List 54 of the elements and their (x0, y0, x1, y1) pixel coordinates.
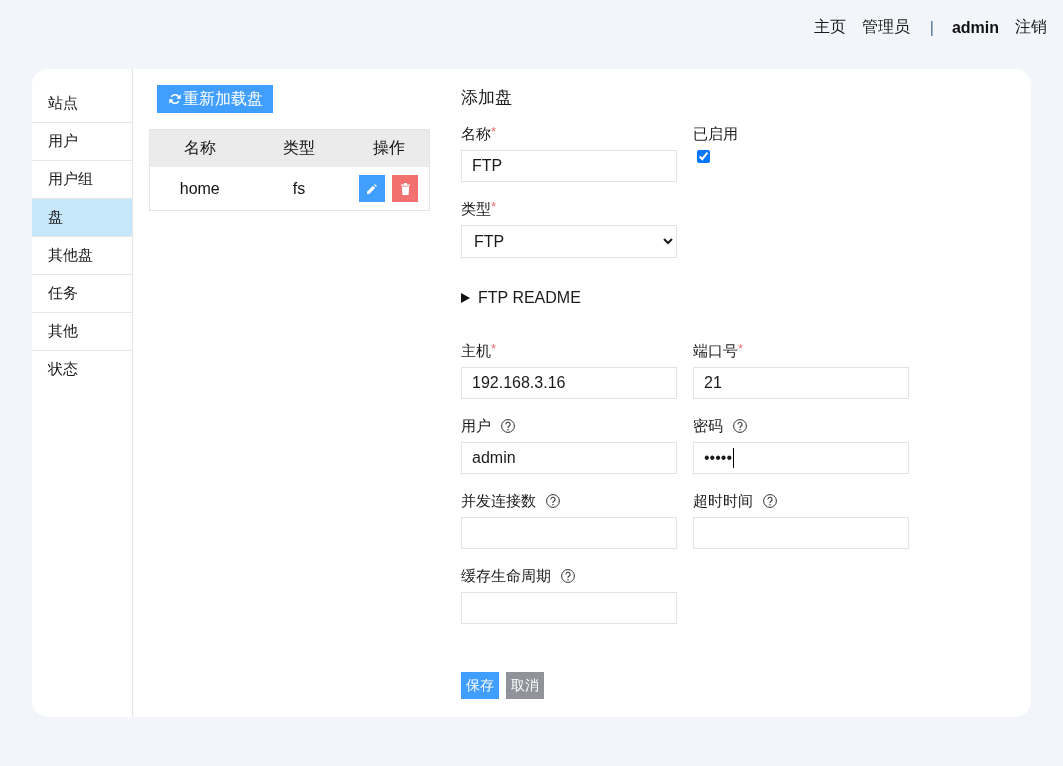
text-field[interactable]: admin (461, 442, 677, 474)
help-icon[interactable] (763, 494, 777, 508)
sidebar-item[interactable]: 站点 (32, 85, 132, 123)
table-cell: fs (249, 167, 349, 211)
nav-link[interactable]: 主页 (813, 17, 846, 38)
trash-icon (400, 182, 410, 195)
sidebar-item[interactable]: 状态 (32, 351, 132, 388)
field-label: 并发连接数 (461, 491, 536, 511)
field-label: 端口号 (693, 341, 738, 361)
text-field[interactable]: 21 (693, 367, 909, 399)
delete-button[interactable] (392, 175, 419, 202)
text-field[interactable]: 192.168.3.16 (461, 367, 677, 399)
field-label: 缓存生命周期 (461, 566, 551, 586)
refresh-icon (169, 93, 181, 105)
required-mark: * (491, 200, 497, 213)
sidebar-item[interactable]: 任务 (32, 275, 132, 313)
logout-link[interactable]: 注销 (1015, 17, 1047, 38)
text-field[interactable]: FTP (461, 150, 677, 182)
field-label: 类型 (461, 199, 491, 219)
text-field[interactable] (461, 592, 677, 624)
required-mark: * (491, 125, 497, 138)
sidebar-item[interactable]: 盘 (32, 199, 132, 237)
help-icon[interactable] (501, 419, 515, 433)
disclosure-triangle-icon[interactable] (461, 293, 470, 303)
text-field[interactable] (693, 517, 909, 549)
help-icon[interactable] (561, 569, 575, 583)
table-cell: home (149, 167, 250, 211)
help-icon[interactable] (546, 494, 560, 508)
nav-link[interactable]: 管理员 (861, 17, 910, 38)
field-label: 用户 (461, 416, 491, 436)
user-name: admin (951, 18, 999, 37)
readme-toggle[interactable]: FTP README (478, 288, 581, 308)
column-header: 名称 (149, 129, 250, 167)
type-select[interactable]: FTP (461, 225, 677, 258)
column-header: 类型 (249, 129, 349, 167)
column-header: 操作 (348, 129, 430, 167)
pencil-icon (367, 183, 378, 194)
sidebar-item[interactable]: 其他盘 (32, 237, 132, 275)
field-label: 超时时间 (693, 491, 753, 511)
form-title: 添加盘 (461, 87, 512, 109)
required-mark: * (738, 342, 744, 355)
required-mark: * (491, 342, 497, 355)
sidebar-item[interactable]: 其他 (32, 313, 132, 351)
password-field[interactable]: ••••• (693, 442, 909, 474)
text-field[interactable] (461, 517, 677, 549)
field-label: 主机 (461, 341, 491, 361)
sidebar-item[interactable]: 用户 (32, 123, 132, 161)
nav-separator: | (928, 18, 935, 37)
field-label: 名称 (461, 124, 491, 144)
edit-button[interactable] (359, 175, 386, 202)
enabled-checkbox[interactable] (697, 150, 710, 163)
field-label: 密码 (693, 416, 723, 436)
help-icon[interactable] (733, 419, 747, 433)
field-label: 已启用 (693, 124, 738, 144)
